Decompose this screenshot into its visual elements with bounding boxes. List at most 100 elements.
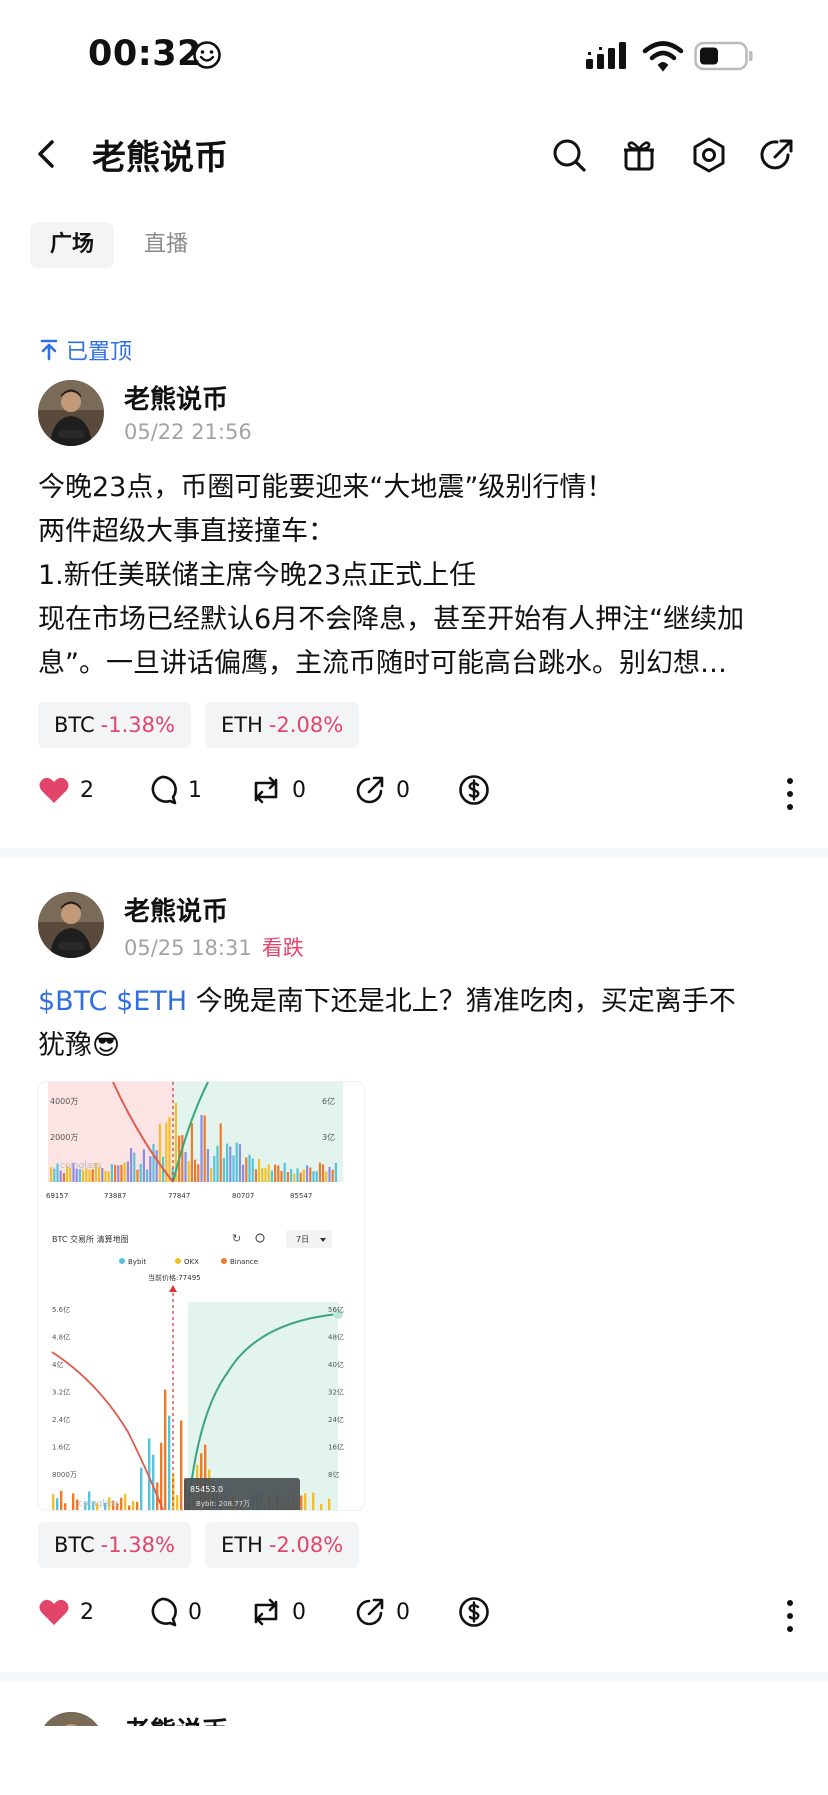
hashtag-eth[interactable]: $ETH xyxy=(116,986,187,1017)
liquidation-bar xyxy=(322,1164,325,1182)
liquidation-bar xyxy=(296,1168,299,1182)
liquidation-bar xyxy=(200,1115,203,1182)
avatar-photo xyxy=(38,380,104,446)
comment-count: 1 xyxy=(188,777,202,803)
post-image[interactable]: 4000万 2000万 6亿 3亿 coinglass 69157 73887 … xyxy=(38,1082,364,1510)
avatar[interactable] xyxy=(38,380,104,446)
liquidation-bar xyxy=(232,1155,235,1182)
share-post-button[interactable]: 0 xyxy=(354,1596,410,1628)
liquidation-bar xyxy=(158,1123,161,1182)
right-y-tick: 48亿 xyxy=(328,1333,344,1342)
liquidation-bar xyxy=(130,1148,133,1182)
tip-button[interactable] xyxy=(458,1596,490,1628)
chip-symbol: BTC xyxy=(54,713,95,737)
liquidation-bar xyxy=(245,1157,248,1182)
liquidation-bar xyxy=(328,1498,331,1510)
comment-count: 0 xyxy=(188,1599,202,1625)
coin-chip-btc[interactable]: BTC -1.38% xyxy=(38,1522,191,1568)
author-name[interactable]: 老熊说币 xyxy=(124,891,228,928)
share-icon[interactable] xyxy=(758,136,796,174)
liquidation-bar xyxy=(56,1498,59,1510)
liquidation-bar xyxy=(258,1159,261,1182)
liquidation-bar xyxy=(280,1170,283,1182)
top-y-left-0: 4000万 xyxy=(50,1097,78,1106)
wifi-icon xyxy=(642,41,684,72)
liquidation-bar xyxy=(213,1155,216,1182)
top-x-tick: 73887 xyxy=(104,1192,126,1200)
liquidation-bar xyxy=(149,1156,152,1182)
liquidation-bar xyxy=(180,1420,183,1510)
liquidation-bar xyxy=(248,1154,251,1182)
battery-icon xyxy=(694,41,753,71)
share-count: 0 xyxy=(396,777,410,803)
more-options-icon[interactable] xyxy=(782,1598,798,1634)
post-body[interactable]: $BTC $ETH 今晚是南下还是北上？猜准吃肉，买定离手不 犹豫😎 xyxy=(38,980,798,1068)
author-name[interactable]: 老熊说币 xyxy=(124,379,228,416)
coin-chip-btc[interactable]: BTC -1.38% xyxy=(38,702,191,748)
top-x-tick: 77847 xyxy=(168,1192,190,1200)
avatar[interactable] xyxy=(38,1712,104,1726)
legend-label: Bybit xyxy=(128,1258,146,1266)
price-arrow xyxy=(169,1285,177,1292)
liquidation-bar xyxy=(190,1123,193,1182)
search-icon[interactable] xyxy=(550,136,588,174)
liquidation-bar xyxy=(56,1163,59,1182)
share-post-button[interactable]: 0 xyxy=(354,774,410,806)
gift-icon[interactable] xyxy=(620,136,658,174)
post-divider xyxy=(0,848,828,858)
tab-bar: 广场 直播 xyxy=(30,222,208,268)
left-y-tick: 3.2亿 xyxy=(52,1388,70,1397)
refresh-icon: ↻ xyxy=(232,1232,241,1245)
comment-button[interactable]: 0 xyxy=(146,1596,202,1628)
liquidation-bar xyxy=(88,1169,91,1182)
liquidation-bar xyxy=(120,1497,123,1510)
top-y-right-1: 3亿 xyxy=(322,1132,335,1142)
right-y-tick: 24亿 xyxy=(328,1415,344,1424)
post-body[interactable]: 今晚23点，币圈可能要迎来“大地震”级别行情！ 两件超级大事直接撞车： 1.新任… xyxy=(38,466,798,686)
repost-button[interactable]: 0 xyxy=(250,774,306,806)
timestamp-text: 05/22 21:56 xyxy=(124,420,252,444)
liquidation-bar xyxy=(139,1163,142,1182)
liquidation-bar xyxy=(62,1173,65,1182)
repost-button[interactable]: 0 xyxy=(250,1596,306,1628)
comment-icon xyxy=(151,1597,177,1627)
post-line: 今晚23点，币圈可能要迎来“大地震”级别行情！ xyxy=(38,472,614,503)
avatar[interactable] xyxy=(38,892,104,958)
back-icon[interactable] xyxy=(30,134,66,174)
liquidation-bar xyxy=(226,1143,229,1182)
liquidation-bar xyxy=(216,1145,219,1182)
like-button[interactable]: 2 xyxy=(38,774,94,806)
author-name[interactable]: 老熊说币 xyxy=(124,1712,228,1726)
timestamp-text: 05/25 18:31 xyxy=(124,936,252,960)
post-peek: 老熊说币 xyxy=(0,1712,828,1726)
left-y-tick: 4.8亿 xyxy=(52,1333,70,1342)
liquidation-bar xyxy=(210,1167,213,1182)
coin-chip-eth[interactable]: ETH -2.08% xyxy=(204,1522,360,1568)
top-y-left-1: 2000万 xyxy=(50,1133,78,1142)
liquidation-bar xyxy=(64,1503,67,1510)
tip-button[interactable] xyxy=(458,774,490,806)
tab-live[interactable]: 直播 xyxy=(124,222,208,268)
chip-change: -1.38% xyxy=(100,1533,175,1557)
avatar-photo xyxy=(38,1712,104,1726)
smiley-icon xyxy=(193,41,221,69)
settings-hex-icon[interactable] xyxy=(690,136,728,174)
comment-button[interactable]: 1 xyxy=(146,774,202,806)
more-options-icon[interactable] xyxy=(782,776,798,812)
coin-chip-eth[interactable]: ETH -2.08% xyxy=(204,702,360,748)
top-y-right-0: 6亿 xyxy=(322,1096,335,1106)
liquidation-bar xyxy=(176,1495,179,1510)
tab-square[interactable]: 广场 xyxy=(30,222,115,268)
liquidation-bar xyxy=(300,1495,303,1510)
liquidation-bar xyxy=(286,1171,289,1182)
liquidation-bar xyxy=(264,1167,267,1182)
status-time: 00:32 xyxy=(88,34,202,74)
right-y-tick: 8亿 xyxy=(328,1470,339,1479)
liquidation-bar xyxy=(53,1168,56,1182)
liquidation-bar xyxy=(132,1501,135,1510)
chip-change: -2.08% xyxy=(268,1533,344,1557)
hashtag-btc[interactable]: $BTC xyxy=(38,986,107,1017)
pinned-text: 已置顶 xyxy=(66,340,133,365)
post-divider xyxy=(0,1672,828,1682)
like-button[interactable]: 2 xyxy=(38,1596,94,1628)
